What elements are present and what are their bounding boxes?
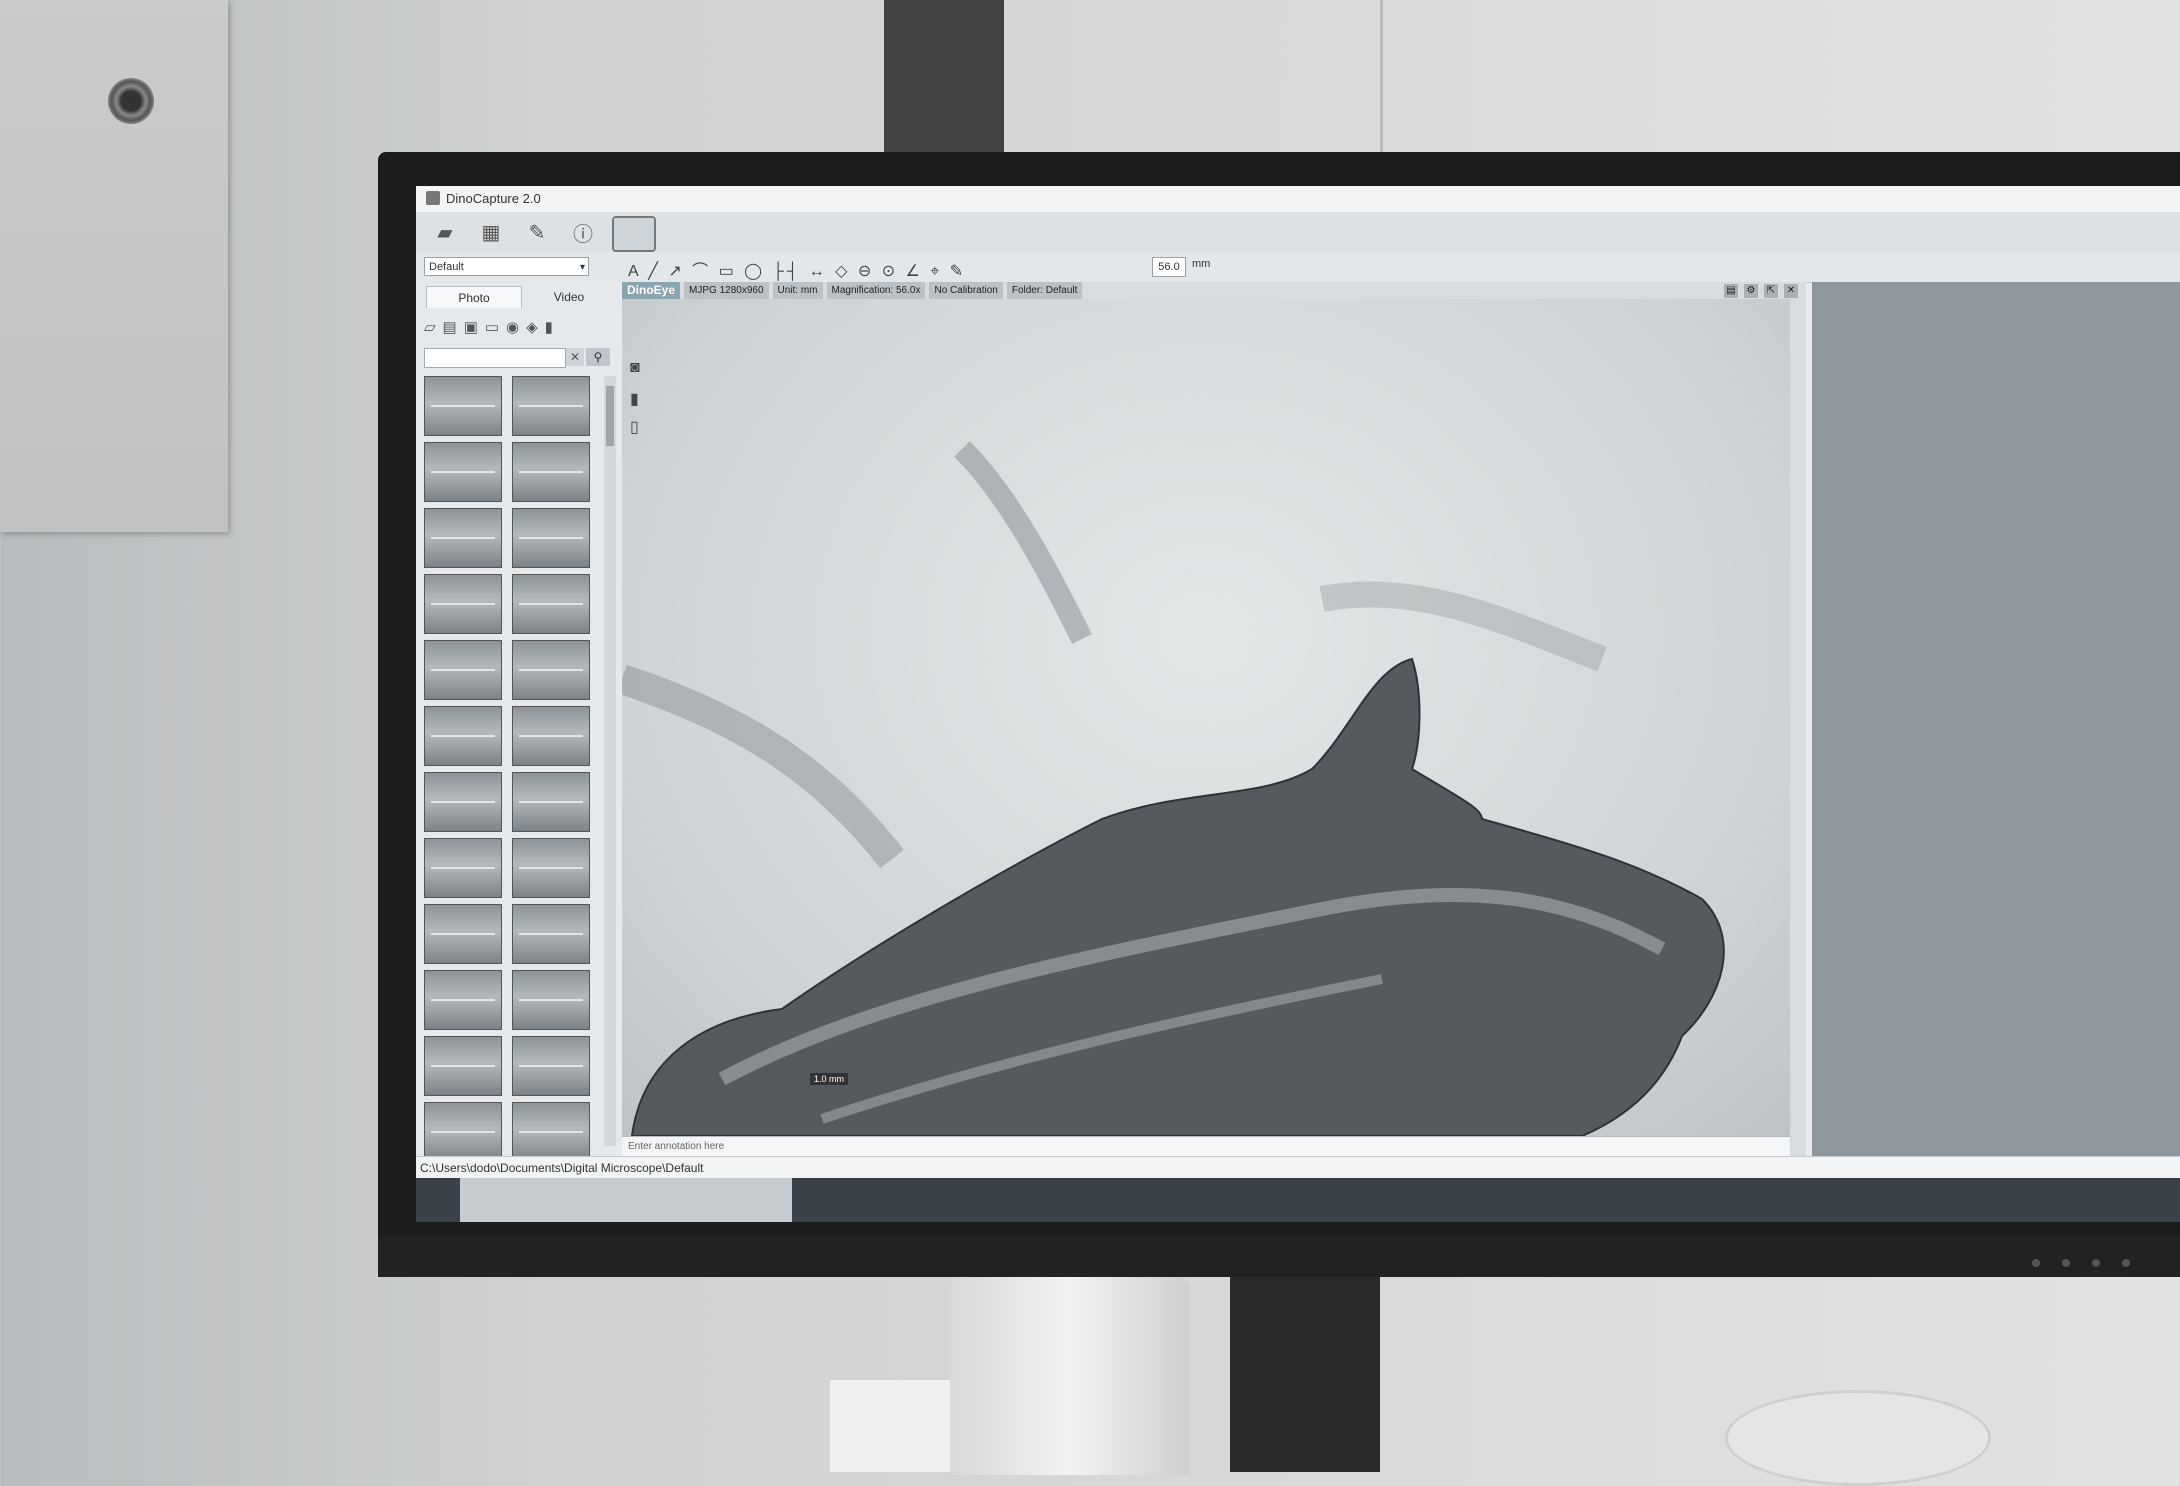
wall-screw xyxy=(108,78,154,124)
tab-video[interactable]: Video xyxy=(522,286,616,308)
thumbnail[interactable] xyxy=(424,772,502,832)
thumbnail[interactable] xyxy=(512,508,590,568)
thumbnail-grid xyxy=(424,376,600,1162)
background-pole xyxy=(884,0,1004,160)
thumbnail[interactable] xyxy=(512,772,590,832)
monitor-button[interactable] xyxy=(2122,1259,2130,1267)
profile-select-value: Default xyxy=(429,261,464,273)
zoom-input[interactable]: 56.0 xyxy=(1152,257,1186,277)
thumbnail-scrollbar[interactable] xyxy=(604,376,616,1146)
info-bar: DinoEye MJPG 1280x960 Unit: mm Magnifica… xyxy=(622,282,1083,299)
status-bar: C:\Users\dodo\Documents\Digital Microsco… xyxy=(416,1156,2180,1178)
thumbnail[interactable] xyxy=(512,904,590,964)
microscope-image[interactable]: ◙ ▮ ▯ 1.0 mm xyxy=(622,299,1790,1136)
taskbar xyxy=(416,1178,2180,1222)
thumbnail[interactable] xyxy=(512,838,590,898)
fullscreen-button[interactable] xyxy=(612,216,656,252)
desk-box xyxy=(830,1380,960,1472)
save-icon[interactable]: ▤ xyxy=(1724,284,1738,298)
settings-icon[interactable]: ⚙ xyxy=(1744,284,1758,298)
timer-icon[interactable]: ▯ xyxy=(630,417,639,437)
search-input[interactable] xyxy=(424,348,566,368)
thumbnail[interactable] xyxy=(512,1102,590,1162)
unit-label: Unit: mm xyxy=(772,282,823,299)
popout-icon[interactable]: ⇱ xyxy=(1764,284,1778,298)
title-bar: DinoCapture 2.0 xyxy=(416,186,2180,213)
desk-bottle xyxy=(950,1275,1190,1475)
monitor-stand xyxy=(1230,1270,1380,1472)
scroll-thumb[interactable] xyxy=(606,386,614,446)
app-icon xyxy=(426,191,440,205)
chevron-down-icon: ▾ xyxy=(579,262,585,273)
thumbnail[interactable] xyxy=(424,640,502,700)
photo-tools[interactable]: ▱▤▣▭◉◈▮ xyxy=(424,318,614,342)
thumbnail[interactable] xyxy=(424,970,502,1030)
thumbnail[interactable] xyxy=(512,970,590,1030)
thumbnail[interactable] xyxy=(424,376,502,436)
live-viewer: DinoEye MJPG 1280x960 Unit: mm Magnifica… xyxy=(622,282,1806,1156)
wall-seam xyxy=(1380,0,1383,160)
thumbnail[interactable] xyxy=(424,838,502,898)
monitor-button[interactable] xyxy=(2092,1259,2100,1267)
specimen-svg xyxy=(622,441,1725,1136)
shadow-streak xyxy=(1319,581,1607,672)
panel-tabs: Photo Video xyxy=(426,286,616,308)
monitor-chin xyxy=(378,1235,2180,1277)
thumbnail[interactable] xyxy=(512,640,590,700)
magnification-label: Magnification: 56.0x xyxy=(826,282,926,299)
left-panel: Photo Video ▱▤▣▭◉◈▮ ✕ ⚲ xyxy=(416,282,623,1162)
thumbnail[interactable] xyxy=(424,706,502,766)
draw-tools[interactable]: A ╱ ↗ ⌒ ▭ ◯ ├┤ ↔ ◇ ⊖ ⊙ ∠ ⌖ ✎ xyxy=(628,257,966,281)
screen: DinoCapture 2.0 ▰ ▦ ✎ ⓘ Default ▾ A ╱ ↗ … xyxy=(416,186,2180,1222)
scale-label: 1.0 mm xyxy=(810,1073,849,1085)
thumbnail[interactable] xyxy=(424,442,502,502)
resolution-select[interactable]: MJPG 1280x960 xyxy=(684,282,769,299)
thumbnail[interactable] xyxy=(424,508,502,568)
brand-badge: DinoEye xyxy=(622,282,681,299)
info-icon[interactable]: ⓘ xyxy=(568,218,598,246)
shadow-streak xyxy=(622,664,904,869)
tab-photo[interactable]: Photo xyxy=(426,286,522,308)
calibration-label: No Calibration xyxy=(929,282,1003,299)
draw-toolbar: Default ▾ A ╱ ↗ ⌒ ▭ ◯ ├┤ ↔ ◇ ⊖ ⊙ ∠ ⌖ ✎ 5… xyxy=(416,252,2180,283)
specimen xyxy=(630,657,1725,1136)
pen-icon[interactable]: ✎ xyxy=(522,218,552,246)
record-icon[interactable]: ▮ xyxy=(630,389,639,409)
viewer-actions: ▤ ⚙ ⇱ ✕ xyxy=(1724,284,1798,298)
thumbnail[interactable] xyxy=(512,574,590,634)
thumbnail[interactable] xyxy=(512,376,590,436)
thumbnail[interactable] xyxy=(512,706,590,766)
window-title: DinoCapture 2.0 xyxy=(446,191,541,206)
clear-icon[interactable]: ✕ xyxy=(566,348,584,366)
shadow-streak xyxy=(954,441,1092,644)
thumbnail[interactable] xyxy=(424,1036,502,1096)
right-panel xyxy=(1812,282,2180,1156)
camera-icon[interactable]: ◙ xyxy=(630,359,640,377)
main-toolbar: ▰ ▦ ✎ ⓘ xyxy=(416,212,2180,253)
thumbnail[interactable] xyxy=(512,1036,590,1096)
thumbnail[interactable] xyxy=(424,574,502,634)
taskbar-item[interactable] xyxy=(460,1178,792,1222)
folder-icon[interactable]: ▰ xyxy=(430,218,460,246)
profile-select[interactable]: Default ▾ xyxy=(424,257,589,276)
monitor-button[interactable] xyxy=(2062,1259,2070,1267)
thumbnail[interactable] xyxy=(512,442,590,502)
zoom-unit[interactable]: mm xyxy=(1192,258,1210,270)
close-icon[interactable]: ✕ xyxy=(1784,284,1798,298)
gallery-icon[interactable]: ▦ xyxy=(476,218,506,246)
folder-select[interactable]: Folder: Default xyxy=(1006,282,1083,299)
wall-panel xyxy=(0,0,228,532)
monitor: DinoCapture 2.0 ▰ ▦ ✎ ⓘ Default ▾ A ╱ ↗ … xyxy=(378,152,2180,1277)
thumbnail[interactable] xyxy=(424,904,502,964)
annotation-input[interactable]: Enter annotation here xyxy=(622,1136,1790,1156)
thumbnail[interactable] xyxy=(424,1102,502,1162)
monitor-buttons xyxy=(2032,1259,2130,1267)
search-icon[interactable]: ⚲ xyxy=(586,348,610,366)
monitor-button[interactable] xyxy=(2032,1259,2040,1267)
